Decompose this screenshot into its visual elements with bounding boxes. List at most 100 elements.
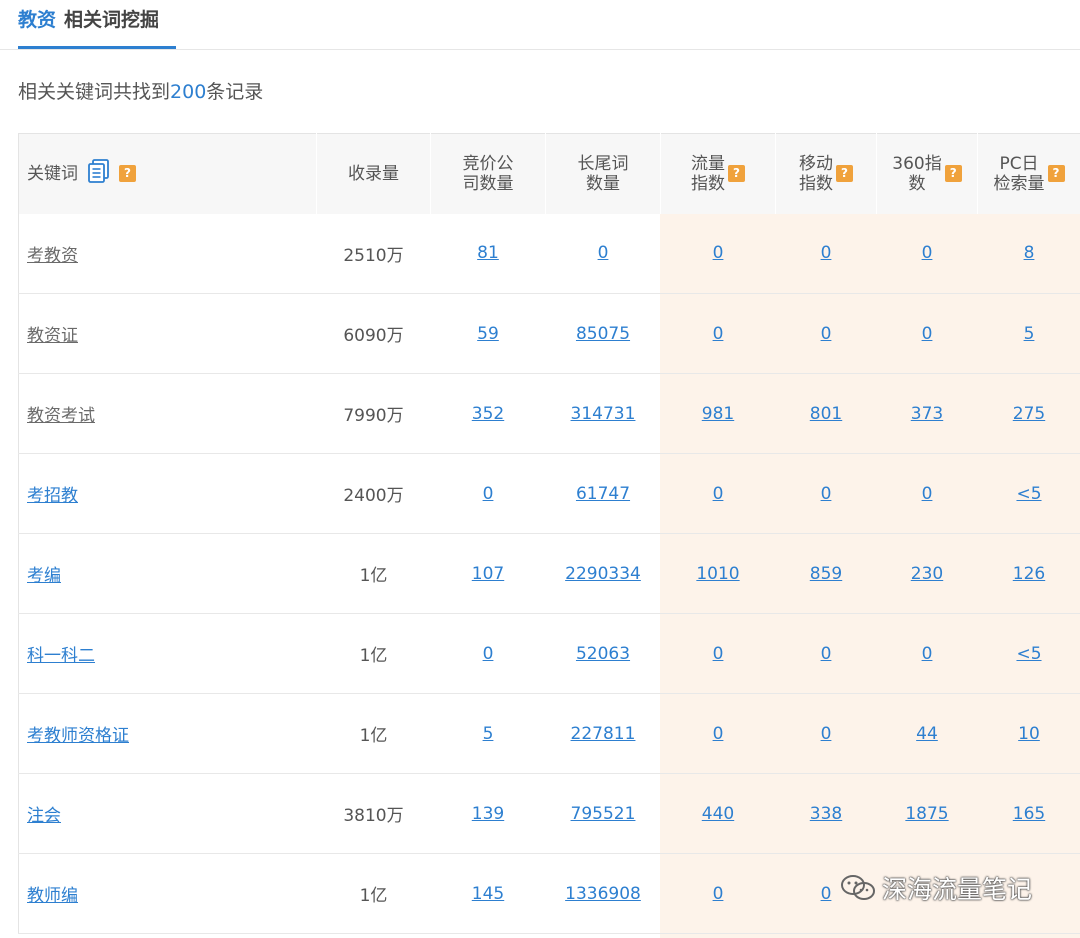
table-row: 注会 3810万 139 795521 440 338 1875 165 xyxy=(18,773,1080,854)
idx360-link[interactable]: 1875 xyxy=(905,804,948,824)
bid-link[interactable]: 352 xyxy=(472,404,504,424)
longtail-link[interactable]: 0 xyxy=(598,243,609,263)
tab-related-word-mining[interactable]: 教资 相关词挖掘 xyxy=(18,4,176,49)
keyword-link[interactable]: 考教资 xyxy=(27,246,78,266)
included-cell: 1亿 xyxy=(316,533,431,614)
longtail-cell: 1336908 xyxy=(545,853,661,934)
header-360-index[interactable]: 360指 数? xyxy=(876,133,978,214)
table-header-row: 关键词 ? 收录量 竞价公 司数量 长尾词 数量 流量 指数 ? 移动 指数 ?… xyxy=(18,133,1080,214)
bid-link[interactable]: 0 xyxy=(483,484,494,504)
keyword-link[interactable]: 考编 xyxy=(27,566,61,586)
mobile-link[interactable]: 801 xyxy=(810,404,842,424)
bid-link[interactable]: 107 xyxy=(472,564,504,584)
pc-link[interactable]: <5 xyxy=(1016,484,1041,504)
mobile-link[interactable]: 0 xyxy=(821,324,832,344)
header-longtail[interactable]: 长尾词 数量 xyxy=(545,133,661,214)
header-bid-companies[interactable]: 竞价公 司数量 xyxy=(430,133,546,214)
header-label: PC日 检索量 xyxy=(993,153,1045,194)
help-icon[interactable]: ? xyxy=(1047,165,1065,183)
traffic-link[interactable]: 0 xyxy=(713,884,724,904)
mobile-link[interactable]: 0 xyxy=(821,644,832,664)
header-included[interactable]: 收录量 xyxy=(316,133,431,214)
mobile-link[interactable]: 0 xyxy=(821,724,832,744)
tab-keyword: 教资 xyxy=(18,9,57,31)
copy-list-icon[interactable] xyxy=(88,159,110,188)
pc-cell: 8 xyxy=(977,213,1080,294)
traffic-link[interactable]: 981 xyxy=(702,404,734,424)
table-row: 考教资 2510万 81 0 0 0 0 8 xyxy=(18,213,1080,294)
header-label: 竞价公 司数量 xyxy=(462,153,514,194)
keyword-link[interactable]: 考招教 xyxy=(27,486,78,506)
longtail-cell: 795521 xyxy=(545,773,661,854)
keyword-link[interactable]: 科一科二 xyxy=(27,646,95,666)
longtail-cell: 52063 xyxy=(545,613,661,694)
idx360-cell: 373 xyxy=(876,373,978,454)
keyword-table-container: 关键词 ? 收录量 竞价公 司数量 长尾词 数量 流量 指数 ? 移动 指数 ?… xyxy=(18,133,1080,938)
idx360-link[interactable]: 230 xyxy=(911,564,943,584)
pc-link[interactable]: 275 xyxy=(1013,404,1045,424)
keyword-link[interactable]: 考教师资格证 xyxy=(27,726,129,746)
help-icon[interactable]: ? xyxy=(119,165,136,183)
pc-link[interactable]: 8 xyxy=(1024,243,1035,263)
keyword-table: 关键词 ? 收录量 竞价公 司数量 长尾词 数量 流量 指数 ? 移动 指数 ?… xyxy=(18,133,1080,934)
keyword-link[interactable]: 教师编 xyxy=(27,886,78,906)
longtail-link[interactable]: 85075 xyxy=(576,324,630,344)
longtail-link[interactable]: 2290334 xyxy=(565,564,641,584)
bid-link[interactable]: 145 xyxy=(472,884,504,904)
mobile-cell: 338 xyxy=(775,773,877,854)
bid-link[interactable]: 5 xyxy=(483,724,494,744)
idx360-link[interactable]: 0 xyxy=(922,324,933,344)
header-mobile-index[interactable]: 移动 指数? xyxy=(775,133,877,214)
pc-link[interactable]: 126 xyxy=(1013,564,1045,584)
bid-cell: 107 xyxy=(430,533,546,614)
longtail-link[interactable]: 795521 xyxy=(571,804,636,824)
traffic-cell: 0 xyxy=(660,613,776,694)
traffic-link[interactable]: 0 xyxy=(713,484,724,504)
traffic-link[interactable]: 0 xyxy=(713,324,724,344)
longtail-link[interactable]: 227811 xyxy=(571,724,636,744)
bid-link[interactable]: 0 xyxy=(483,644,494,664)
bid-link[interactable]: 139 xyxy=(472,804,504,824)
traffic-link[interactable]: 1010 xyxy=(696,564,739,584)
longtail-cell: 2290334 xyxy=(545,533,661,614)
keyword-link[interactable]: 注会 xyxy=(27,806,61,826)
mobile-link[interactable]: 859 xyxy=(810,564,842,584)
traffic-link[interactable]: 0 xyxy=(713,243,724,263)
pc-link[interactable]: 5 xyxy=(1024,324,1035,344)
help-icon[interactable]: ? xyxy=(728,165,745,183)
mobile-link[interactable]: 0 xyxy=(821,884,832,904)
longtail-link[interactable]: 314731 xyxy=(571,404,636,424)
idx360-link[interactable]: 0 xyxy=(922,644,933,664)
wechat-icon xyxy=(840,874,876,908)
header-pc-daily-searches[interactable]: PC日 检索量? xyxy=(977,133,1080,214)
pc-link[interactable]: 10 xyxy=(1018,724,1040,744)
header-label: 360指 数 xyxy=(892,153,942,194)
longtail-link[interactable]: 52063 xyxy=(576,644,630,664)
longtail-link[interactable]: 1336908 xyxy=(565,884,641,904)
bid-link[interactable]: 59 xyxy=(477,324,499,344)
bid-link[interactable]: 81 xyxy=(477,243,499,263)
traffic-link[interactable]: 0 xyxy=(713,724,724,744)
idx360-link[interactable]: 44 xyxy=(916,724,938,744)
included-cell: 1亿 xyxy=(316,853,431,934)
traffic-link[interactable]: 0 xyxy=(713,644,724,664)
idx360-link[interactable]: 373 xyxy=(911,404,943,424)
mobile-link[interactable]: 0 xyxy=(821,243,832,263)
table-row: 教资证 6090万 59 85075 0 0 0 5 xyxy=(18,293,1080,374)
mobile-link[interactable]: 0 xyxy=(821,484,832,504)
mobile-link[interactable]: 338 xyxy=(810,804,842,824)
longtail-link[interactable]: 61747 xyxy=(576,484,630,504)
pc-link[interactable]: 165 xyxy=(1013,804,1045,824)
help-icon[interactable]: ? xyxy=(836,165,853,183)
keyword-link[interactable]: 教资证 xyxy=(27,326,78,346)
help-icon[interactable]: ? xyxy=(944,165,962,183)
keyword-link[interactable]: 教资考试 xyxy=(27,406,95,426)
pc-link[interactable]: <5 xyxy=(1016,644,1041,664)
idx360-link[interactable]: 0 xyxy=(922,243,933,263)
traffic-link[interactable]: 440 xyxy=(702,804,734,824)
pc-cell: 275 xyxy=(977,373,1080,454)
header-traffic-index[interactable]: 流量 指数? xyxy=(660,133,776,214)
idx360-link[interactable]: 0 xyxy=(922,484,933,504)
table-row: 科一科二 1亿 0 52063 0 0 0 <5 xyxy=(18,613,1080,694)
table-row: 考编 1亿 107 2290334 1010 859 230 126 xyxy=(18,533,1080,614)
